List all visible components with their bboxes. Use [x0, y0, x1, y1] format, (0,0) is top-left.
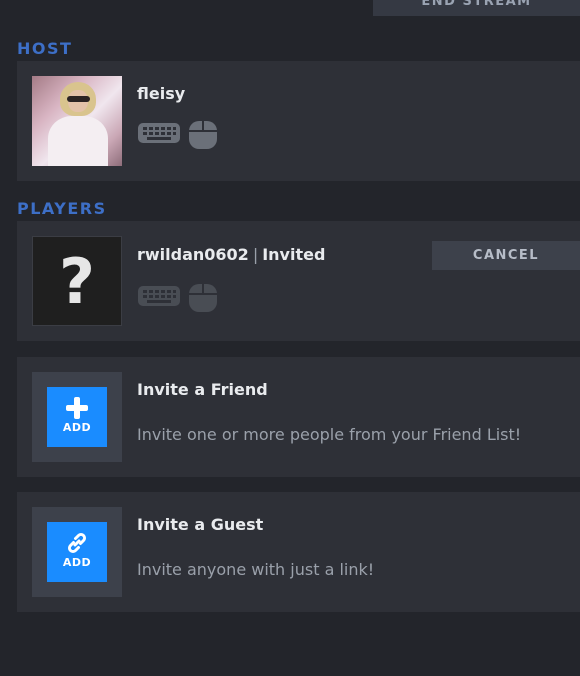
add-friend-button[interactable]: ADD — [47, 387, 107, 447]
cancel-invite-button[interactable]: CANCEL — [432, 241, 580, 270]
invited-player-name: rwildan0602 — [137, 245, 249, 264]
unknown-avatar: ? — [32, 236, 122, 326]
invited-player-card: ? rwildan0602 | Invited CANCEL — [17, 221, 580, 341]
host-input-icons — [137, 117, 257, 149]
add-label: ADD — [62, 421, 92, 434]
invited-player-name-row: rwildan0602 | Invited — [137, 245, 325, 264]
invite-friend-card[interactable]: ADD Invite a Friend Invite one or more p… — [17, 357, 580, 477]
add-guest-button[interactable]: ADD — [47, 522, 107, 582]
invited-input-icons — [137, 280, 257, 312]
mouse-icon — [189, 284, 217, 312]
invite-friend-title: Invite a Friend — [137, 380, 268, 399]
invited-status: Invited — [262, 245, 326, 264]
players-section-title: PLAYERS — [17, 199, 107, 218]
keyboard-icon — [138, 123, 180, 143]
plus-icon — [47, 395, 107, 421]
keyboard-icon — [138, 286, 180, 306]
end-stream-button[interactable]: END STREAM — [373, 0, 580, 16]
host-section-title: HOST — [17, 39, 73, 58]
link-icon — [47, 530, 107, 556]
host-name: fleisy — [137, 84, 186, 103]
invite-friend-description: Invite one or more people from your Frie… — [137, 425, 522, 444]
name-separator: | — [252, 245, 259, 264]
invite-guest-tile: ADD — [32, 507, 122, 597]
invite-guest-description: Invite anyone with just a link! — [137, 560, 375, 579]
remote-play-panel: END STREAM HOST fleisy PLAYERS ? rwildan… — [0, 0, 580, 676]
host-card: fleisy — [17, 61, 580, 181]
invite-guest-card[interactable]: ADD Invite a Guest Invite anyone with ju… — [17, 492, 580, 612]
add-label: ADD — [62, 556, 92, 569]
avatar-glasses — [67, 96, 90, 102]
invite-guest-title: Invite a Guest — [137, 515, 264, 534]
invite-friend-tile: ADD — [32, 372, 122, 462]
mouse-icon — [189, 121, 217, 149]
avatar-body — [48, 116, 108, 166]
host-avatar — [32, 76, 122, 166]
